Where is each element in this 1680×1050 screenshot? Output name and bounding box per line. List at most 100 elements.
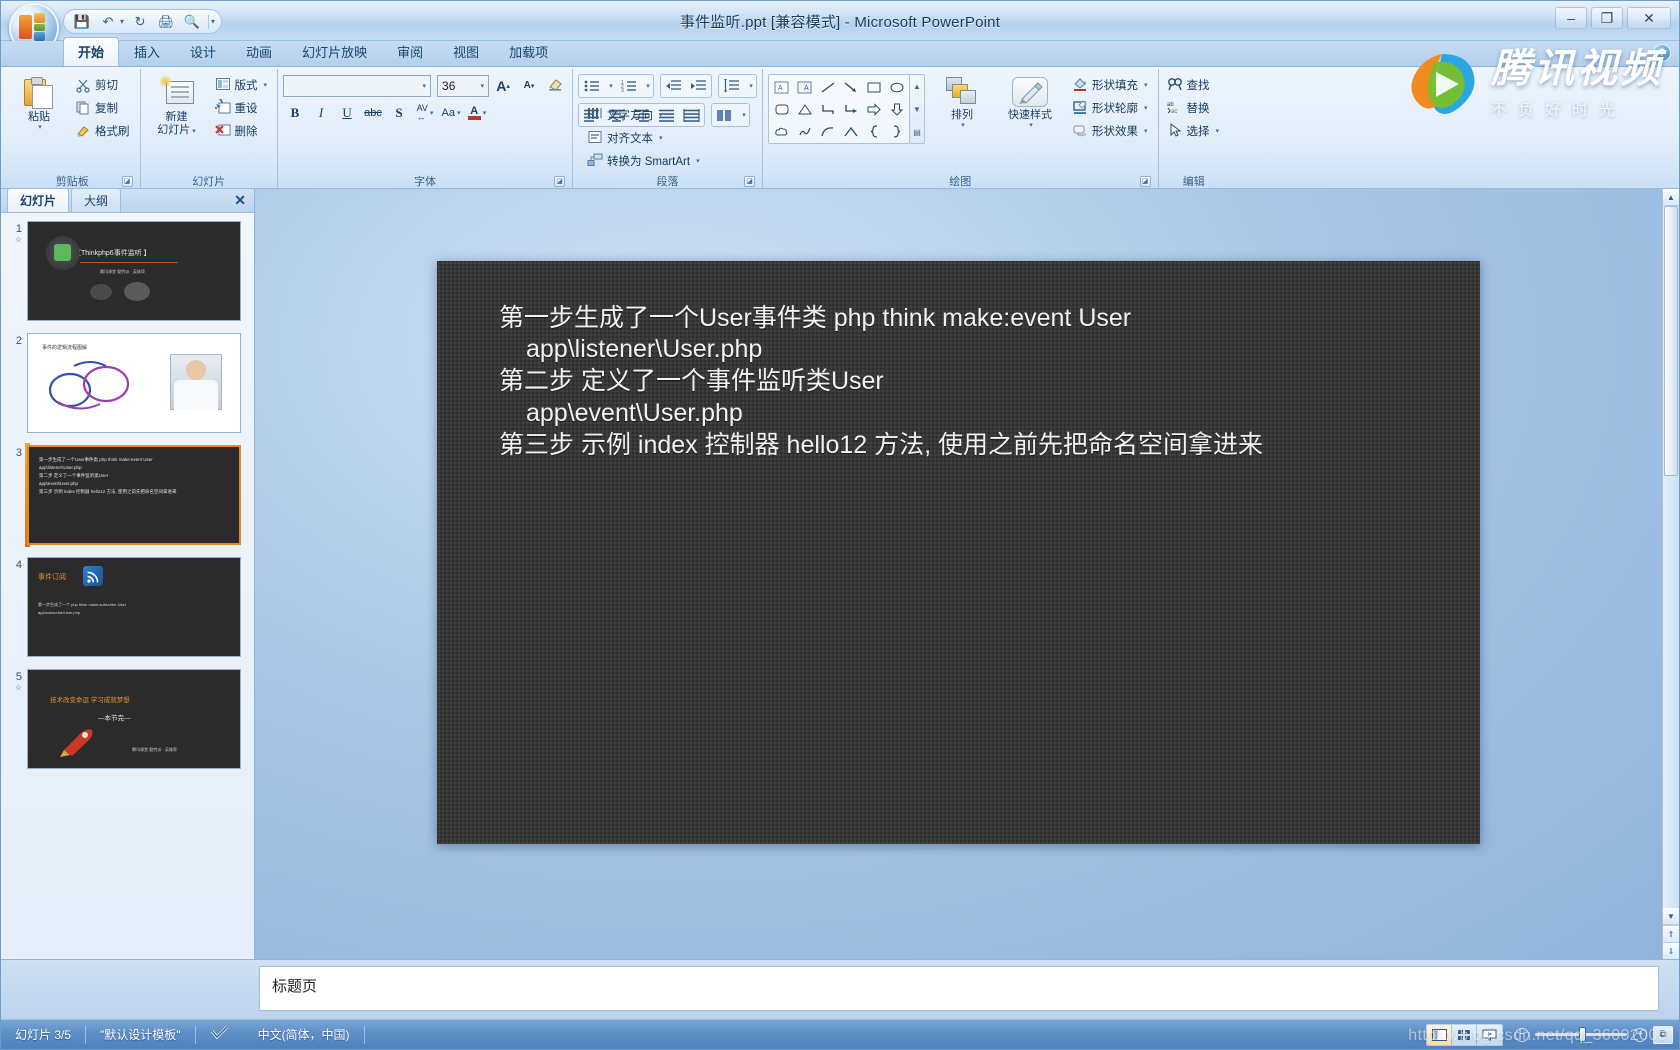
delete-slide-button[interactable]: 删除 bbox=[212, 120, 273, 142]
underline-button[interactable]: U bbox=[335, 101, 359, 124]
format-painter-button[interactable]: 格式刷 bbox=[72, 120, 135, 142]
slide-thumbnail-5[interactable]: 5 ☆ 技术改变命运 学习成就梦想 —本节完— 腾讯课堂·勤劳派 · 英雄哥 bbox=[7, 669, 248, 769]
help-icon[interactable]: ? bbox=[1653, 44, 1671, 62]
slide-thumbnail-preview[interactable]: 【Thinkphp6事件监听 】腾讯课堂·勤劳派 · 英雄哥 bbox=[27, 221, 241, 321]
drawing-dialog-launcher[interactable]: ◪ bbox=[1139, 176, 1151, 187]
shape-outline-button[interactable]: 形状轮廓 ▾ bbox=[1069, 97, 1153, 119]
line-shape-icon[interactable] bbox=[816, 76, 839, 98]
previous-slide-icon[interactable]: ⇑ bbox=[1663, 925, 1679, 942]
current-slide[interactable]: 第一步生成了一个User事件类 php think make:event Use… bbox=[437, 260, 1480, 844]
shape-fill-dropdown-icon[interactable]: ▾ bbox=[1144, 81, 1148, 89]
shape-effects-button[interactable]: 形状效果 ▾ bbox=[1069, 120, 1153, 142]
font-size-dropdown-icon[interactable]: ▾ bbox=[481, 82, 485, 90]
line-spacing-dropdown-icon[interactable]: ▾ bbox=[744, 75, 756, 97]
vertical-textbox-shape-icon[interactable]: A bbox=[793, 76, 816, 98]
shape-outline-dropdown-icon[interactable]: ▾ bbox=[1144, 104, 1148, 112]
change-case-button[interactable]: Aa ▾ bbox=[439, 101, 463, 124]
tab-view[interactable]: 视图 bbox=[438, 37, 494, 66]
replace-button[interactable]: ab ac 替换 bbox=[1164, 97, 1225, 119]
next-slide-icon[interactable]: ⇓ bbox=[1663, 942, 1679, 959]
zoom-track[interactable] bbox=[1535, 1027, 1627, 1042]
copy-button[interactable]: 复制 bbox=[72, 97, 135, 119]
slide-thumbnail-1[interactable]: 1 ☆ 【Thinkphp6事件监听 】腾讯课堂·勤劳派 · 英雄哥 bbox=[7, 221, 248, 321]
select-button[interactable]: 选择 ▾ bbox=[1164, 120, 1225, 142]
arrow-shape-icon[interactable] bbox=[839, 76, 862, 98]
character-spacing-button[interactable]: AV ↔ ▾ bbox=[413, 101, 437, 124]
align-text-button[interactable]: 对齐文本 ▾ bbox=[584, 127, 668, 149]
slideshow-view-button[interactable] bbox=[1477, 1024, 1502, 1045]
scroll-down-icon[interactable]: ▼ bbox=[1663, 908, 1679, 925]
cloud-shape-icon[interactable] bbox=[770, 120, 793, 142]
gallery-scroll-up-icon[interactable]: ▲ bbox=[910, 75, 924, 97]
slide-thumbnail-preview[interactable]: 事件的逻辑流程图解 bbox=[27, 333, 241, 433]
numbering-button[interactable]: 123 bbox=[616, 75, 641, 97]
font-size-input[interactable]: 36 ▾ bbox=[437, 74, 490, 97]
bullets-button[interactable] bbox=[579, 75, 604, 97]
clipboard-dialog-launcher[interactable]: ◪ bbox=[121, 176, 133, 187]
paste-dropdown-icon[interactable]: ▾ bbox=[38, 124, 42, 132]
shapes-gallery[interactable]: A A bbox=[768, 74, 911, 144]
normal-view-button[interactable] bbox=[1427, 1024, 1452, 1045]
tab-slideshow[interactable]: 幻灯片放映 bbox=[287, 37, 382, 66]
tab-addins[interactable]: 加载项 bbox=[494, 37, 563, 66]
textbox-shape-icon[interactable]: A bbox=[770, 76, 793, 98]
new-slide-dropdown-icon[interactable]: ▾ bbox=[192, 128, 196, 135]
cut-button[interactable]: 剪切 bbox=[72, 74, 135, 96]
slide-area-scrollbar[interactable]: ▲ ▼ ⇑ ⇓ bbox=[1662, 189, 1679, 959]
tab-outline[interactable]: 大纲 bbox=[71, 188, 122, 212]
slide-text-placeholder[interactable]: 第一步生成了一个User事件类 php think make:event Use… bbox=[499, 303, 1440, 462]
strikethrough-button[interactable]: abc bbox=[361, 101, 385, 124]
notes-text[interactable]: 标题页 bbox=[259, 966, 1659, 1011]
zoom-knob[interactable] bbox=[1579, 1027, 1586, 1042]
quick-styles-dropdown-icon[interactable]: ▾ bbox=[1029, 122, 1033, 130]
font-dialog-launcher[interactable]: ◪ bbox=[554, 176, 566, 187]
font-color-button[interactable]: A ▾ bbox=[465, 101, 489, 124]
increase-indent-button[interactable] bbox=[686, 75, 711, 97]
layout-dropdown-icon[interactable]: ▾ bbox=[264, 81, 268, 89]
bullets-dropdown-icon[interactable]: ▾ bbox=[604, 75, 616, 97]
shape-effects-dropdown-icon[interactable]: ▾ bbox=[1144, 127, 1148, 135]
tab-home[interactable]: 开始 bbox=[63, 37, 120, 66]
clear-formatting-button[interactable] bbox=[543, 74, 567, 97]
rectangle-shape-icon[interactable] bbox=[862, 76, 885, 98]
paste-button[interactable]: 粘贴 ▾ bbox=[10, 74, 68, 135]
shrink-font-button[interactable]: A ▾ bbox=[517, 74, 541, 97]
italic-button[interactable]: I bbox=[309, 101, 333, 124]
elbow-connector-icon[interactable] bbox=[816, 98, 839, 120]
character-spacing-dropdown-icon[interactable]: ▾ bbox=[430, 109, 434, 117]
zoom-slider[interactable]: − + ⧉ bbox=[1509, 1025, 1673, 1044]
elbow-arrow-connector-icon[interactable] bbox=[839, 98, 862, 120]
slide-thumbnail-4[interactable]: 4 事件订阅 第一步生成了一个 php think make:subscribe U… bbox=[7, 557, 248, 657]
quick-styles-button[interactable]: 快速样式 ▾ bbox=[999, 74, 1061, 133]
design-template-name[interactable]: "默认设计模板" bbox=[86, 1026, 195, 1043]
right-arrow-shape-icon[interactable] bbox=[862, 98, 885, 120]
paragraph-dialog-launcher[interactable]: ◪ bbox=[744, 176, 756, 187]
tab-insert[interactable]: 插入 bbox=[119, 37, 175, 66]
convert-smartart-dropdown-icon[interactable]: ▾ bbox=[696, 157, 700, 165]
scroll-thumb[interactable] bbox=[1664, 206, 1678, 476]
numbering-dropdown-icon[interactable]: ▾ bbox=[641, 75, 653, 97]
new-slide-button[interactable]: ✳ 新建 幻灯片 ▾ bbox=[146, 74, 208, 139]
zoom-out-button[interactable]: − bbox=[1515, 1027, 1529, 1042]
line-spacing-button[interactable] bbox=[719, 75, 744, 97]
gallery-more-icon[interactable]: ▤ bbox=[910, 121, 924, 143]
text-direction-button[interactable]: 文字方向 ▾ bbox=[584, 104, 668, 126]
down-arrow-shape-icon[interactable] bbox=[885, 98, 908, 120]
reset-button[interactable]: 重设 bbox=[210, 96, 273, 119]
slide-sorter-view-button[interactable] bbox=[1452, 1024, 1477, 1045]
arrange-dropdown-icon[interactable]: ▾ bbox=[961, 122, 965, 130]
text-direction-dropdown-icon[interactable]: ▾ bbox=[659, 111, 663, 119]
thumbnail-list[interactable]: 1 ☆ 【Thinkphp6事件监听 】腾讯课堂·勤劳派 · 英雄哥 2 事件的逻辑流程… bbox=[1, 213, 254, 959]
restore-button[interactable]: ❐ bbox=[1591, 7, 1623, 29]
font-color-dropdown-icon[interactable]: ▾ bbox=[483, 109, 487, 117]
fit-to-window-button[interactable]: ⧉ bbox=[1653, 1025, 1673, 1044]
language-indicator[interactable]: 中文(简体，中国) bbox=[244, 1026, 364, 1043]
grow-font-button[interactable]: A ▴ bbox=[491, 74, 515, 97]
slide-thumbnail-3[interactable]: 3 第一步生成了一个User事件类 php think make:event Us… bbox=[7, 443, 248, 547]
zoom-in-button[interactable]: + bbox=[1633, 1027, 1647, 1042]
find-button[interactable]: 查找 bbox=[1164, 74, 1225, 96]
align-text-dropdown-icon[interactable]: ▾ bbox=[659, 134, 663, 142]
gallery-scroll-down-icon[interactable]: ▼ bbox=[910, 98, 924, 120]
bold-button[interactable]: B bbox=[283, 101, 307, 124]
oval-shape-icon[interactable] bbox=[885, 76, 908, 98]
